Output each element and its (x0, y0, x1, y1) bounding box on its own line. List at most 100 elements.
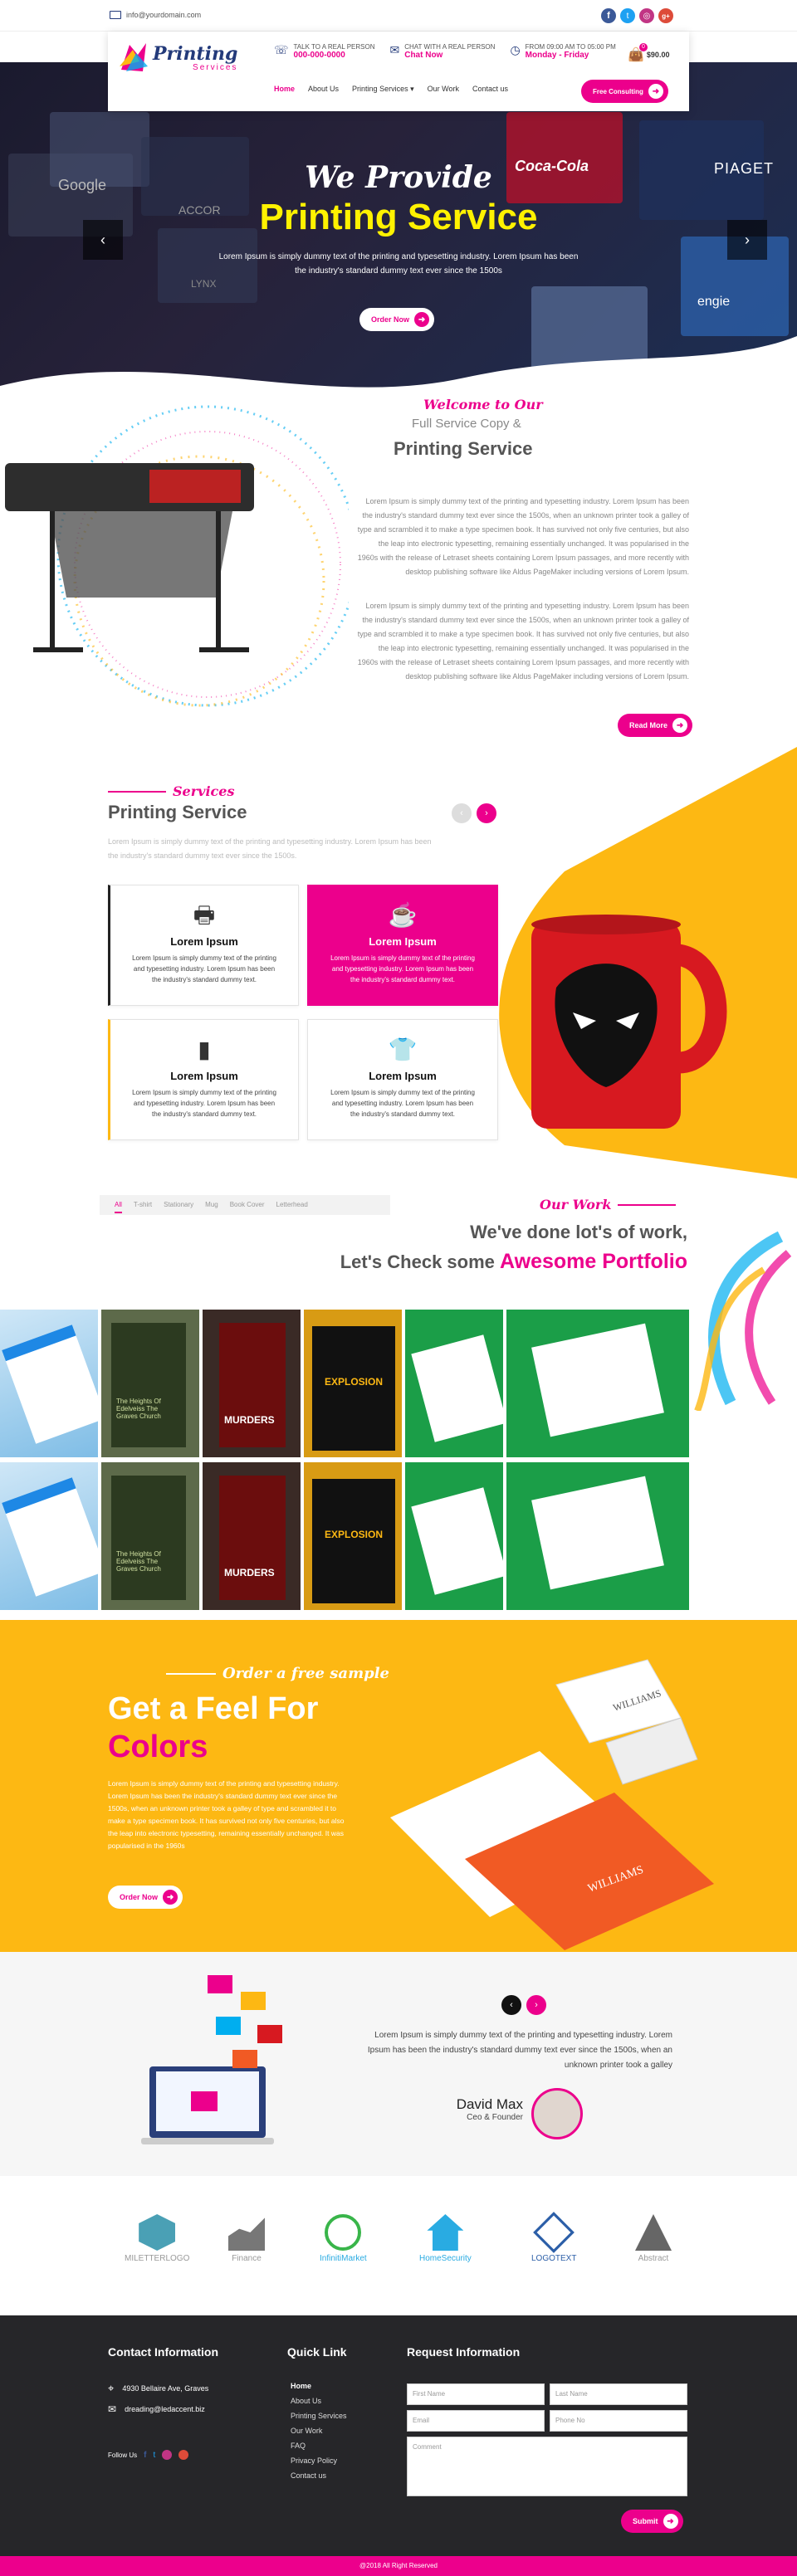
phone-field[interactable]: Phone No (550, 2410, 687, 2432)
hero-text: Lorem Ipsum is simply dummy text of the … (218, 252, 579, 276)
sample-heading: Order a free sample (166, 1665, 389, 1682)
service-card[interactable]: ☕ Lorem Ipsum Lorem Ipsum is simply dumm… (307, 885, 498, 1006)
footer-address: ⌖ 4930 Bellaire Ave, Graves (108, 2382, 209, 2394)
last-name-field[interactable]: Last Name (550, 2383, 687, 2405)
footer-link-contact[interactable]: Contact us (291, 2468, 347, 2483)
contact-chat[interactable]: ✉ CHAT WITH A REAL PERSON Chat Now (389, 43, 495, 60)
portfolio-item[interactable]: MURDERS (203, 1310, 301, 1457)
client-logo[interactable]: MILETTERLOGO (125, 2214, 189, 2263)
footer-link-work[interactable]: Our Work (291, 2423, 347, 2438)
portfolio-item[interactable]: EXPLOSION (304, 1462, 402, 1610)
portfolio-item[interactable]: The Heights Of Edelveiss The Graves Chur… (101, 1310, 199, 1457)
tshirt-icon: 👕 (388, 1037, 418, 1062)
client-logo[interactable]: Finance (228, 2214, 265, 2263)
printer-icon: 🖶 (193, 902, 216, 928)
sample-order-button[interactable]: Order Now ➜ (108, 1886, 183, 1909)
footer-link-faq[interactable]: FAQ (291, 2438, 347, 2453)
free-consulting-button[interactable]: Free Consulting ➜ (581, 80, 668, 103)
service-card[interactable]: 🖶 Lorem Ipsum Lorem Ipsum is simply dumm… (108, 885, 299, 1006)
arrow-right-icon: ➜ (663, 2514, 678, 2529)
nav-home[interactable]: Home (274, 85, 295, 94)
google-plus-icon[interactable]: g+ (658, 8, 673, 23)
portfolio-item[interactable]: The Heights Of Edelveiss The Graves Chur… (101, 1462, 199, 1610)
footer-link-about[interactable]: About Us (291, 2393, 347, 2408)
comment-field[interactable]: Comment (407, 2437, 687, 2496)
twitter-icon[interactable]: t (153, 2451, 155, 2460)
arrow-right-icon: ➜ (163, 1890, 178, 1905)
twitter-icon[interactable]: t (620, 8, 635, 23)
services-text: Lorem Ipsum is simply dummy text of the … (108, 837, 432, 860)
work-heading: Our Work (540, 1197, 677, 1212)
top-bar: info@yourdomain.com f t ◎ g+ (0, 0, 797, 32)
email-field[interactable]: Email (407, 2410, 545, 2432)
google-plus-icon[interactable] (178, 2450, 189, 2460)
about-subtitle: Full Service Copy & (412, 417, 521, 431)
hero-title: Printing Service (259, 197, 538, 237)
services-prev-button[interactable]: ‹ (452, 803, 472, 823)
mail-icon: ✉ (108, 2403, 117, 2415)
portfolio-item[interactable] (0, 1462, 98, 1610)
arrow-right-icon: ➜ (672, 718, 688, 733)
first-name-field[interactable]: First Name (407, 2383, 545, 2405)
footer-link-privacy[interactable]: Privacy Policy (291, 2453, 347, 2468)
about-para-2: Lorem Ipsum is simply dummy text of the … (357, 602, 689, 681)
client-logo[interactable]: InfinitiMarket (320, 2214, 367, 2263)
filter-stationary[interactable]: Stationary (164, 1201, 193, 1213)
header-box: Printing Services ☏ TALK TO A REAL PERSO… (108, 32, 689, 111)
read-more-button[interactable]: Read More ➜ (618, 714, 693, 737)
logo[interactable]: Printing Services (118, 41, 237, 75)
email-illustration (141, 1975, 282, 2144)
services-heading: Services (108, 783, 234, 799)
contact-phone[interactable]: ☏ TALK TO A REAL PERSON 000-000-0000 (274, 43, 374, 60)
portfolio-item[interactable] (506, 1310, 689, 1457)
client-logo[interactable]: HomeSecurity (419, 2214, 472, 2263)
nav-contact[interactable]: Contact us (472, 85, 508, 94)
service-card[interactable]: 👕 Lorem Ipsum Lorem Ipsum is simply dumm… (307, 1019, 498, 1140)
portfolio-item[interactable]: MURDERS (203, 1462, 301, 1610)
footer-links: Home About Us Printing Services Our Work… (291, 2378, 347, 2483)
hero-script-title: We Provide (305, 160, 492, 195)
cart[interactable]: 👜 0 $90.00 (628, 43, 669, 63)
portfolio-item[interactable] (0, 1310, 98, 1457)
about-para-1: Lorem Ipsum is simply dummy text of the … (357, 497, 689, 576)
services-next-button[interactable]: › (477, 803, 496, 823)
testimonial-next-button[interactable]: › (526, 1995, 546, 2015)
client-logo[interactable]: Abstract (635, 2214, 672, 2263)
footer-link-home[interactable]: Home (291, 2378, 347, 2393)
portfolio-item[interactable] (405, 1310, 503, 1457)
testimonial-author: David Max Ceo & Founder (456, 2096, 523, 2122)
avatar (531, 2088, 583, 2139)
nav-services[interactable]: Printing Services ▾ (352, 85, 414, 94)
filter-mug[interactable]: Mug (205, 1201, 218, 1213)
portfolio-item[interactable] (506, 1462, 689, 1610)
hero-order-button[interactable]: Order Now ➜ (359, 308, 435, 331)
hero-section: Coca-Cola Google ACCOR PIAGET engie LYNX… (0, 62, 797, 419)
submit-button[interactable]: Submit ➜ (621, 2510, 683, 2533)
instagram-icon[interactable]: ◎ (639, 8, 654, 23)
clock-icon: ◷ (510, 43, 521, 56)
nav-work[interactable]: Our Work (428, 85, 459, 94)
footer-link-services[interactable]: Printing Services (291, 2408, 347, 2423)
facebook-icon[interactable]: f (144, 2451, 146, 2460)
filter-letterhead[interactable]: Letterhead (276, 1201, 308, 1213)
printer-illustration (0, 390, 359, 722)
portfolio-item[interactable]: EXPLOSION (304, 1310, 402, 1457)
facebook-icon[interactable]: f (601, 8, 616, 23)
footer-email[interactable]: ✉ dreading@ledaccent.biz (108, 2403, 205, 2415)
filter-tshirt[interactable]: T-shirt (134, 1201, 152, 1213)
nav-about[interactable]: About Us (308, 85, 339, 94)
client-logo[interactable]: LOGOTEXT (531, 2212, 576, 2263)
mug-image (531, 915, 727, 1129)
chat-icon: ✉ (389, 43, 400, 56)
portfolio-item[interactable] (405, 1462, 503, 1610)
instagram-icon[interactable] (162, 2450, 173, 2460)
testimonial-prev-button[interactable]: ‹ (501, 1995, 521, 2015)
location-pin-icon: ⌖ (108, 2382, 115, 2394)
stationery-mockup: WILLIAMS WILLIAMS (390, 1659, 714, 1950)
filter-all[interactable]: All (115, 1201, 122, 1213)
topbar-email[interactable]: info@yourdomain.com (110, 11, 201, 19)
footer: Contact Information ⌖ 4930 Bellaire Ave, … (0, 2315, 797, 2576)
footer-follow: Follow Us f t (108, 2450, 189, 2460)
service-card[interactable]: ▮ Lorem Ipsum Lorem Ipsum is simply dumm… (108, 1019, 299, 1140)
filter-book-cover[interactable]: Book Cover (230, 1201, 265, 1213)
